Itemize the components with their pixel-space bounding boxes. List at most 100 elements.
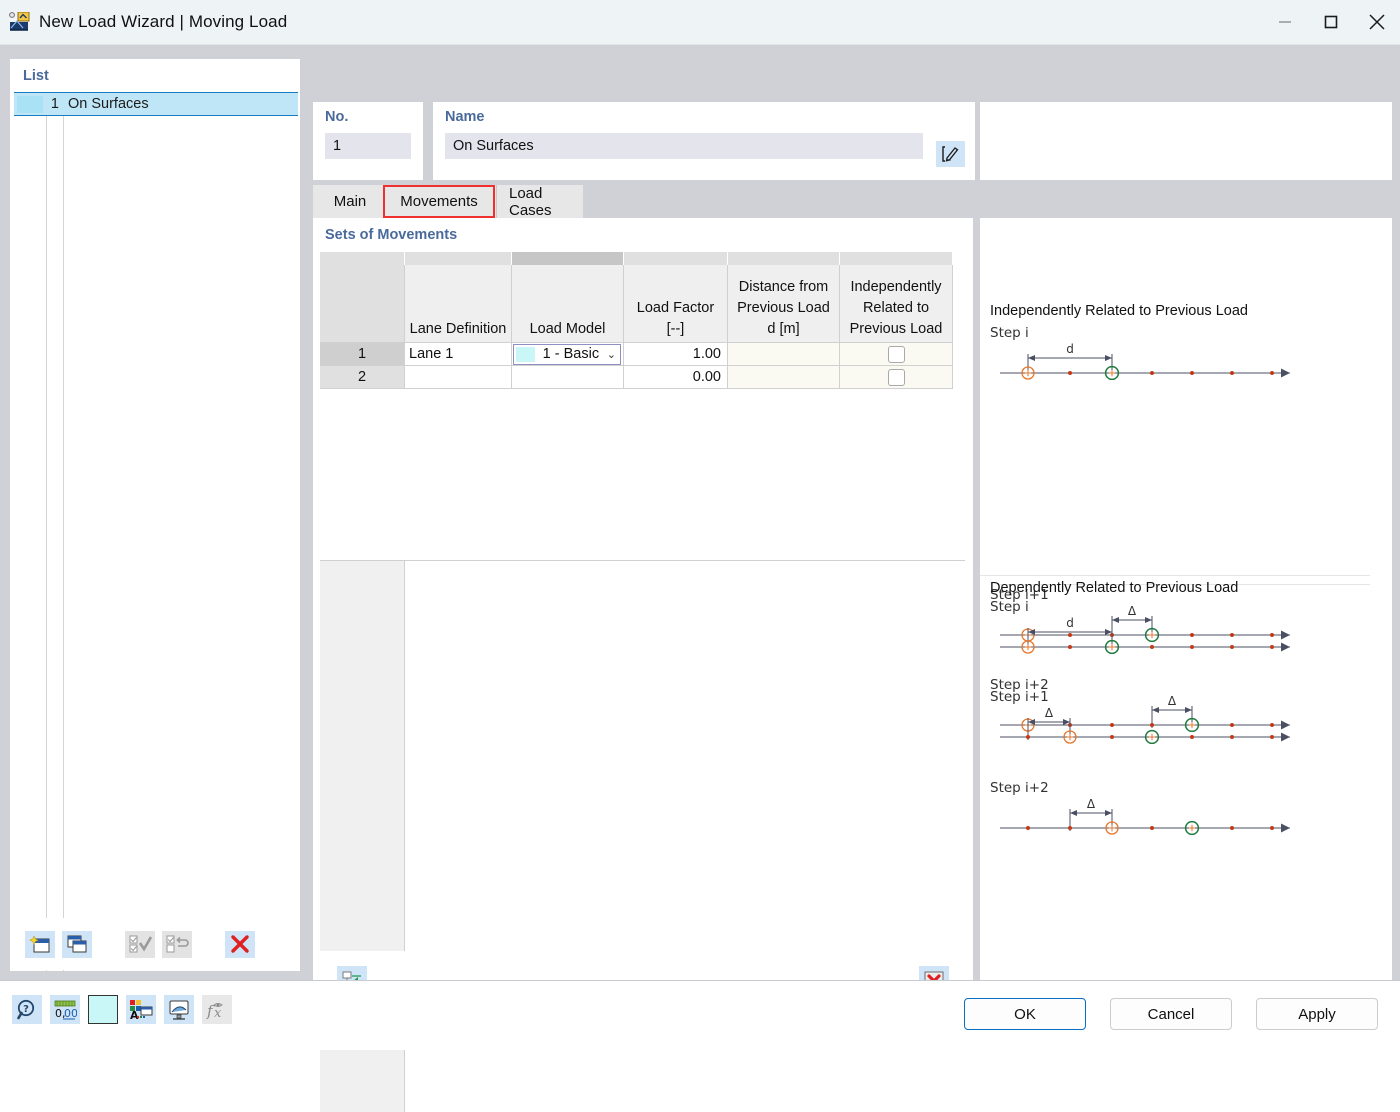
column-header-distance[interactable]: Distance from Previous Load d [m] [728,265,840,343]
visibility-button[interactable] [164,995,194,1024]
cell-load-model[interactable] [512,366,624,389]
cell-independently[interactable] [840,343,953,366]
name-label: Name [445,109,485,125]
bottom-toolbar: ? 0, 00 A f x [12,995,232,1024]
load-model-swatch [516,346,535,362]
table-top-strip [320,252,965,265]
list-column-divider-2 [63,92,64,972]
row-number: 1 [320,343,405,366]
list-panel: List 1 On Surfaces [10,59,300,972]
column-header-independently-l3: Previous Load [849,321,943,337]
svg-text:A: A [130,1009,139,1021]
load-model-dropdown[interactable]: 1 - Basic ⌄ [513,343,621,365]
help-button[interactable]: ? [12,995,42,1024]
list-item-number: 1 [50,96,59,112]
cell-load-model[interactable]: 1 - Basic ⌄ [512,343,624,366]
window-controls [1262,0,1400,45]
column-header-distance-l3: d [m] [767,321,800,337]
cell-distance[interactable] [728,343,840,366]
list-column-divider-1 [46,92,47,972]
cell-distance[interactable] [728,366,840,389]
movements-panel: Sets of Movements Lane Definition Load M… [313,218,973,1112]
cancel-button[interactable]: Cancel [1110,998,1232,1030]
pencil-edit-icon[interactable] [936,141,965,167]
list-item-swatch [17,95,43,113]
maximize-button[interactable] [1308,0,1354,45]
cell-load-factor[interactable]: 1.00 [624,343,728,366]
strip-cell-independently [840,252,953,265]
bottom-bar: ? 0, 00 A f x OK Cancel Apply [0,980,1400,1050]
column-header-load-model[interactable]: Load Model [512,265,624,343]
sets-of-movements-title: Sets of Movements [325,227,458,243]
column-header-independently[interactable]: Independently Related to Previous Load [840,265,953,343]
ok-button[interactable]: OK [964,998,1086,1030]
chevron-down-icon[interactable]: ⌄ [607,348,616,361]
select-all-button [125,930,155,958]
column-header-independently-l1: Independently [850,279,942,295]
tab-load-cases[interactable]: Load Cases [496,185,584,219]
svg-text:Δ: Δ [1087,797,1096,811]
close-button[interactable] [1354,0,1400,45]
new-item-button[interactable] [25,930,55,958]
column-header-lane-definition[interactable]: Lane Definition [405,265,512,343]
cell-lane-definition[interactable]: Lane 1 [405,343,512,366]
table-row[interactable]: 1 Lane 1 1 - Basic ⌄ 1.00 [320,343,965,366]
svg-text:x: x [214,1006,222,1021]
number-label: No. [325,109,349,125]
independently-checkbox[interactable] [887,345,905,363]
column-header-lane-definition-text: Lane Definition [409,321,507,337]
column-header-load-factor[interactable]: Load Factor [--] [624,265,728,343]
diagram-step-figure: Δ [1000,797,1290,835]
column-header-independently-l2: Related to [862,300,930,316]
color-button[interactable] [88,995,118,1024]
strip-cell-loadfactor [624,252,728,265]
display-properties-button[interactable]: A [126,995,156,1024]
cell-lane-definition[interactable] [405,366,512,389]
table-row[interactable]: 2 0.00 [320,366,965,389]
list-panel-title: List [23,68,49,84]
strip-cell-rownum [320,252,405,265]
svg-text:?: ? [23,1004,29,1015]
dialog-body: List 1 On Surfaces No. 1 Name On Surface… [0,45,1400,1112]
column-header-distance-l1: Distance from [738,279,829,295]
number-field-group: No. 1 [313,102,423,180]
cell-independently[interactable] [840,366,953,389]
tab-main[interactable]: Main [315,185,385,218]
svg-text:Δ: Δ [1045,706,1054,720]
number-input[interactable]: 1 [325,133,411,159]
moving-load-icon [8,11,30,32]
tab-movements[interactable]: Movements [383,185,495,218]
name-input[interactable]: On Surfaces [445,133,923,159]
diagram-divider-1 [980,575,1370,576]
cell-load-factor[interactable]: 0.00 [624,366,728,389]
decimal-places-button[interactable]: 0, 00 [50,995,80,1024]
diagram-title-dependent: Dependently Related to Previous Load [990,580,1239,596]
delete-item-button[interactable] [225,930,255,958]
tab-strip: Main Movements Load Cases [313,185,1392,219]
diagram-step-figure: Δ [1000,706,1290,744]
table-bottom-border [320,560,965,561]
svg-text:00: 00 [64,1007,77,1020]
column-header-load-factor-l2: [--] [666,321,685,337]
diagram-step-figure: d [1000,616,1290,654]
copy-item-button[interactable] [62,930,92,958]
minimize-button[interactable] [1262,0,1308,45]
strip-cell-lane [405,252,512,265]
list-item-label: On Surfaces [68,96,149,112]
list-item[interactable]: 1 On Surfaces [14,92,298,116]
strip-cell-loadmodel [512,252,624,265]
strip-cell-distance [728,252,840,265]
independently-checkbox[interactable] [887,368,905,386]
formula-button: f x [202,995,232,1024]
column-header-distance-l2: Previous Load [737,300,830,316]
apply-button[interactable]: Apply [1256,998,1378,1030]
column-header-load-model-text: Load Model [529,321,606,337]
header-blank-panel [980,102,1392,180]
window-title: New Load Wizard | Moving Load [39,12,288,31]
svg-text:d: d [1066,616,1074,630]
diagram-title-independent: Independently Related to Previous Load [990,303,1248,319]
list-toolbar [11,918,299,970]
title-bar: New Load Wizard | Moving Load [0,0,1400,45]
diagram-step-figure: d [1000,342,1290,380]
invert-selection-button [162,930,192,958]
